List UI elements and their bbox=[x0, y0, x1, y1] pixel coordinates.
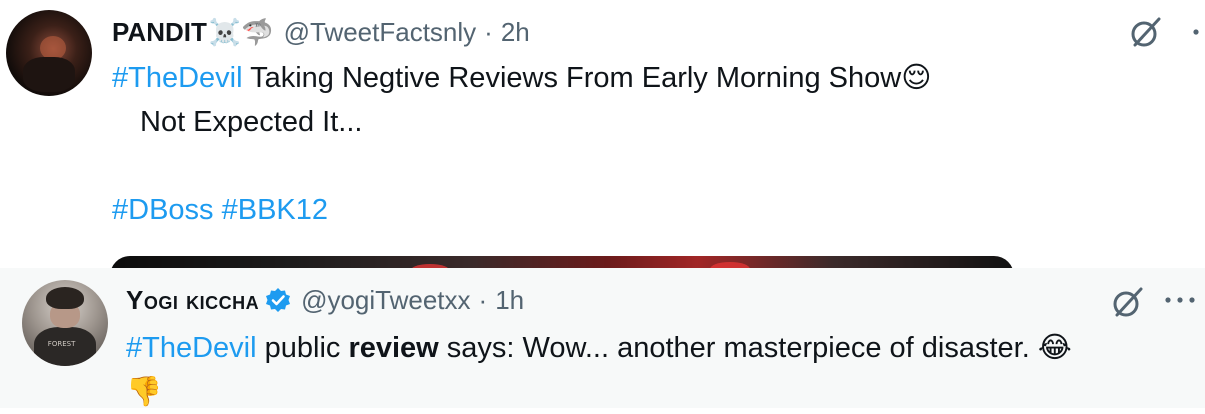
tweet-text: #TheDevil Taking Negtive Reviews From Ea… bbox=[112, 56, 1112, 232]
hashtag-link[interactable]: #DBoss bbox=[112, 194, 214, 226]
more-icon[interactable] bbox=[1162, 290, 1198, 310]
thumbs-down-emoji: 👎 bbox=[126, 376, 163, 408]
avatar[interactable]: FOREST bbox=[22, 280, 108, 366]
tweet-1[interactable]: PANDIT ☠️🦈 @TweetFactsnly · 2h #TheDevil… bbox=[0, 0, 1205, 296]
hashtag-link[interactable]: #TheDevil bbox=[126, 332, 257, 364]
display-name[interactable]: Yogi kiccha bbox=[126, 285, 259, 316]
tweet-text-segment: Taking Negtive Reviews From Early Mornin… bbox=[242, 62, 902, 94]
separator: · bbox=[484, 16, 493, 47]
tweet-header: PANDIT ☠️🦈 @TweetFactsnly · 2h bbox=[112, 16, 530, 48]
more-icon[interactable] bbox=[1190, 22, 1205, 42]
name-badges: ☠️🦈 bbox=[208, 16, 274, 47]
laughing-emoji: 😂 bbox=[1037, 332, 1072, 364]
tweet-text-bold: review bbox=[348, 332, 439, 364]
tweet-text: #TheDevil public review says: Wow... ano… bbox=[126, 326, 1186, 414]
display-name[interactable]: PANDIT bbox=[112, 17, 207, 48]
timestamp[interactable]: 1h bbox=[495, 285, 524, 316]
user-handle[interactable]: @TweetFactsnly bbox=[284, 17, 477, 48]
grok-icon[interactable] bbox=[1110, 284, 1146, 320]
hashtag-link[interactable]: #BBK12 bbox=[222, 194, 328, 226]
relieved-emoji: 😌 bbox=[901, 62, 932, 94]
tweet-text-segment: public bbox=[256, 332, 349, 364]
tweet-header: Yogi kiccha @yogiTweetxx · 1h bbox=[126, 284, 524, 316]
hashtag-link[interactable]: #TheDevil bbox=[112, 62, 243, 94]
avatar[interactable] bbox=[6, 10, 92, 96]
separator: · bbox=[478, 284, 488, 315]
tweet-text-segment: says: Wow... another masterpiece of disa… bbox=[438, 332, 1038, 364]
user-handle[interactable]: @yogiTweetxx bbox=[301, 285, 470, 316]
tweet-text-line: Not Expected It... bbox=[140, 106, 363, 138]
verified-badge-icon bbox=[265, 287, 291, 313]
timestamp[interactable]: 2h bbox=[501, 17, 530, 48]
grok-icon[interactable] bbox=[1128, 14, 1164, 50]
